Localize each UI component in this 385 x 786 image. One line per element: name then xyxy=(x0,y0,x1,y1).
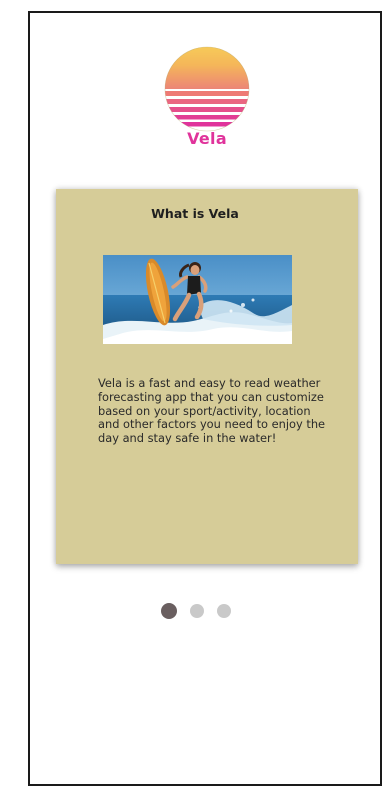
app-logo: Vela xyxy=(163,45,251,155)
pagination-dot-1[interactable] xyxy=(161,603,177,619)
card-title: What is Vela xyxy=(151,206,239,221)
phone-frame: Vela What is Vela Vela is a fast and eas… xyxy=(28,11,382,786)
pagination-dots xyxy=(161,603,244,619)
surfer-illustration xyxy=(103,255,292,344)
pagination-dot-2[interactable] xyxy=(190,604,204,618)
app-name: Vela xyxy=(187,129,227,148)
surfer-image xyxy=(103,255,292,344)
onboarding-card: What is Vela Vela is a fast and easy to … xyxy=(56,189,358,564)
pagination-dot-3[interactable] xyxy=(217,604,231,618)
card-description: Vela is a fast and easy to read weather … xyxy=(98,376,326,446)
sunset-logo-icon xyxy=(164,46,250,132)
